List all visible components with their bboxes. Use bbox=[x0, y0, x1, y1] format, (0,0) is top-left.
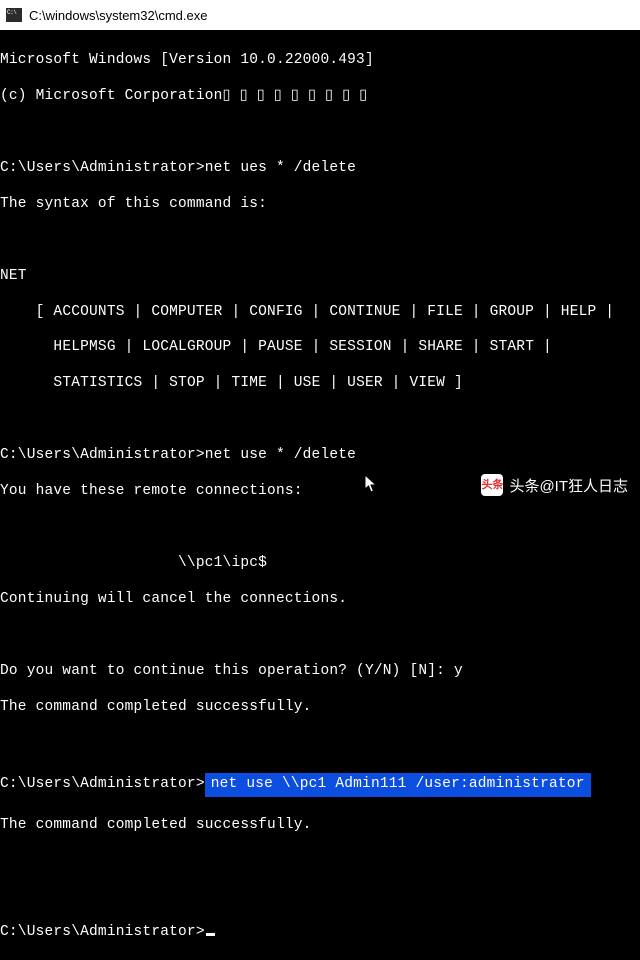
syntax-error-msg: The syntax of this command is: bbox=[0, 196, 640, 214]
net-header: NET bbox=[0, 268, 640, 286]
watermark: 头条 头条@IT狂人日志 bbox=[481, 474, 628, 496]
connection-entry: \\pc1\ipc$ bbox=[0, 555, 640, 573]
window-title: C:\windows\system32\cmd.exe bbox=[29, 8, 207, 23]
blank bbox=[0, 411, 640, 429]
confirm-line: Do you want to continue this operation? … bbox=[0, 663, 640, 681]
blank bbox=[0, 735, 640, 753]
net-options-3: STATISTICS | STOP | TIME | USE | USER | … bbox=[0, 375, 640, 393]
highlighted-command: net use \\pc1 Admin111 /user:administrat… bbox=[205, 773, 591, 797]
prompt-line-3: C:\Users\Administrator>net use \\pc1 Adm… bbox=[0, 771, 640, 799]
success-msg-2: The command completed successfully. bbox=[0, 817, 640, 835]
prompt-line-1: C:\Users\Administrator>net ues * /delete bbox=[0, 160, 640, 178]
blank bbox=[0, 232, 640, 250]
cursor bbox=[206, 933, 215, 936]
prompt-line-2: C:\Users\Administrator>net use * /delete bbox=[0, 447, 640, 465]
app-icon bbox=[6, 8, 22, 22]
blank bbox=[0, 519, 640, 537]
net-options-2: HELPMSG | LOCALGROUP | PAUSE | SESSION |… bbox=[0, 339, 640, 357]
blank bbox=[0, 853, 640, 871]
blank bbox=[0, 124, 640, 142]
copyright-line: (c) Microsoft Corporation▯ ▯ ▯ ▯ ▯ ▯ ▯ ▯… bbox=[0, 88, 640, 106]
watermark-logo: 头条 bbox=[481, 474, 503, 496]
continuing-msg: Continuing will cancel the connections. bbox=[0, 591, 640, 609]
success-msg-1: The command completed successfully. bbox=[0, 699, 640, 717]
current-prompt[interactable]: C:\Users\Administrator> bbox=[0, 924, 640, 942]
window-titlebar[interactable]: C:\windows\system32\cmd.exe bbox=[0, 0, 640, 30]
watermark-text: 头条@IT狂人日志 bbox=[509, 475, 628, 496]
version-line: Microsoft Windows [Version 10.0.22000.49… bbox=[0, 52, 640, 70]
blank bbox=[0, 889, 640, 907]
blank bbox=[0, 627, 640, 645]
net-options-1: [ ACCOUNTS | COMPUTER | CONFIG | CONTINU… bbox=[0, 304, 640, 322]
